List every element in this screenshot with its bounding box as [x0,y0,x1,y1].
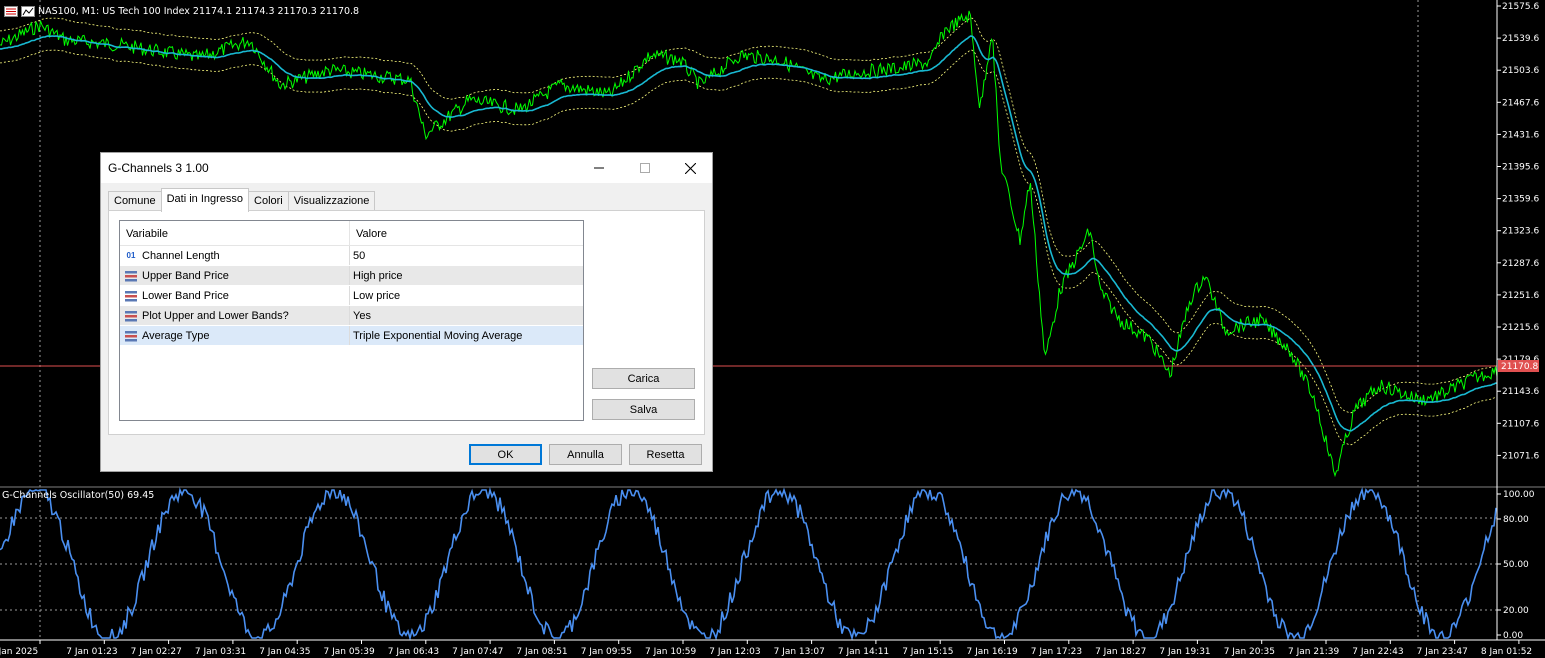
time-tick-label: 7 Jan 16:19 [967,647,1019,657]
price-tick-label: 21503.6 [1502,66,1539,76]
maximize-button[interactable] [622,153,668,183]
table-header: Variabile Valore [120,221,583,246]
inputs-panel: Variabile Valore 01 Channel Length 50 Upp… [108,210,705,435]
oscillator-level-label: 80.00 [1503,515,1529,525]
row-name-cell: Lower Band Price [120,286,350,305]
table-row[interactable]: 01 Channel Length 50 [120,246,583,266]
column-value[interactable]: Valore [350,221,583,245]
row-name: Upper Band Price [142,269,229,282]
oscillator-level-label: 20.00 [1503,606,1529,616]
column-variable[interactable]: Variabile [120,221,350,245]
dialog-title-bar[interactable]: G-Channels 3 1.00 [101,153,712,183]
indicator-list-icon[interactable] [21,5,35,17]
price-tick-label: 21215.6 [1502,323,1539,333]
row-name: Channel Length [142,249,220,262]
load-button[interactable]: Carica [592,368,695,389]
save-button[interactable]: Salva [592,399,695,420]
time-tick-label: 7 Jan 02:27 [131,647,182,657]
time-tick-label: 7 Jan 21:39 [1288,647,1340,657]
enum-icon [125,310,137,321]
time-tick-label: 7 Jan 06:43 [388,647,439,657]
time-tick-label: 7 Jan 09:55 [581,647,632,657]
table-row[interactable]: Upper Band Price High price [120,266,583,286]
enum-icon [125,330,137,341]
chart-info-bar: NAS100, M1: US Tech 100 Index 21174.1 21… [4,4,359,18]
time-tick-label: 6 Jan 2025 [0,647,38,657]
time-tick-label: 7 Jan 18:27 [1095,647,1146,657]
price-tick-label: 21323.6 [1502,227,1539,237]
price-tick-label: 21143.6 [1502,387,1539,397]
table-row[interactable]: Lower Band Price Low price [120,286,583,306]
close-button[interactable] [667,153,713,183]
integer-icon: 01 [126,251,136,260]
row-name-cell: Upper Band Price [120,266,350,285]
time-tick-label: 7 Jan 19:31 [1159,647,1210,657]
minimize-button[interactable] [576,153,622,183]
cancel-button[interactable]: Annulla [549,444,622,465]
table-row[interactable]: Plot Upper and Lower Bands? Yes [120,306,583,326]
minimize-icon [594,167,604,169]
row-name: Plot Upper and Lower Bands? [142,309,289,322]
price-tick-label: 21251.6 [1502,291,1539,301]
enum-icon [125,270,137,281]
time-tick-label: 7 Jan 23:47 [1417,647,1468,657]
oscillator-level-label: 50.00 [1503,560,1529,570]
time-tick-label: 7 Jan 20:35 [1224,647,1275,657]
oscillator-level-label: 100.00 [1503,490,1535,500]
dialog-tabs: Comune Dati in Ingresso Colori Visualizz… [108,188,376,212]
time-tick-label: 7 Jan 10:59 [645,647,697,657]
tab-colors[interactable]: Colori [248,191,289,211]
time-tick-label: 7 Jan 14:11 [838,647,889,657]
row-name-cell: Average Type [120,326,350,345]
price-tick-label: 21107.6 [1502,419,1539,429]
price-tick-label: 21539.6 [1502,34,1539,44]
time-tick-label: 7 Jan 12:03 [709,647,760,657]
maximize-icon [640,163,650,173]
time-tick-label: 7 Jan 08:51 [516,647,567,657]
reset-button[interactable]: Resetta [629,444,702,465]
time-tick-label: 7 Jan 03:31 [195,647,246,657]
time-tick-label: 8 Jan 01:52 [1481,647,1532,657]
time-tick-label: 7 Jan 04:35 [259,647,310,657]
symbol-info: NAS100, M1: US Tech 100 Index 21174.1 21… [38,5,360,17]
indicator-dialog: G-Channels 3 1.00 Comune Dati in Ingress… [100,152,713,472]
time-tick-label: 7 Jan 17:23 [1031,647,1082,657]
row-value[interactable]: Yes [350,306,583,325]
tab-common[interactable]: Comune [108,191,162,211]
oscillator-level-label: 0.00 [1503,631,1523,641]
tab-visualization[interactable]: Visualizzazione [287,191,376,211]
price-tick-label: 21467.6 [1502,98,1539,108]
time-tick-label: 7 Jan 07:47 [452,647,503,657]
time-tick-label: 7 Jan 15:15 [902,647,953,657]
oscillator-title: G-Channels Oscillator(50) 69.45 [2,490,155,501]
time-tick-label: 7 Jan 13:07 [774,647,825,657]
row-value[interactable]: Low price [350,286,583,305]
dialog-title: G-Channels 3 1.00 [108,161,209,175]
price-tick-label: 21359.6 [1502,195,1539,205]
price-tick-label: 21071.6 [1502,451,1539,461]
price-tick-label: 21395.6 [1502,163,1539,173]
enum-icon [125,290,137,301]
price-tick-label: 21431.6 [1502,130,1539,140]
row-name-cell: Plot Upper and Lower Bands? [120,306,350,325]
price-tick-label: 21287.6 [1502,259,1539,269]
time-tick-label: 7 Jan 22:43 [1352,647,1403,657]
row-value[interactable]: 50 [350,246,583,265]
price-tick-label: 21575.6 [1502,2,1539,12]
row-value[interactable]: High price [350,266,583,285]
row-name: Lower Band Price [142,289,229,302]
row-value[interactable]: Triple Exponential Moving Average [350,326,583,345]
table-row[interactable]: Average Type Triple Exponential Moving A… [120,326,583,346]
inputs-table: Variabile Valore 01 Channel Length 50 Upp… [119,220,584,421]
current-price-label: 21170.8 [1501,362,1538,372]
row-name-cell: 01 Channel Length [120,246,350,265]
chart-menu-icon[interactable] [4,5,18,17]
tab-inputs[interactable]: Dati in Ingresso [160,188,250,212]
row-name: Average Type [142,329,210,342]
close-icon [684,162,696,174]
time-tick-label: 7 Jan 05:39 [324,647,376,657]
ok-button[interactable]: OK [469,444,542,465]
time-tick-label: 7 Jan 01:23 [66,647,117,657]
